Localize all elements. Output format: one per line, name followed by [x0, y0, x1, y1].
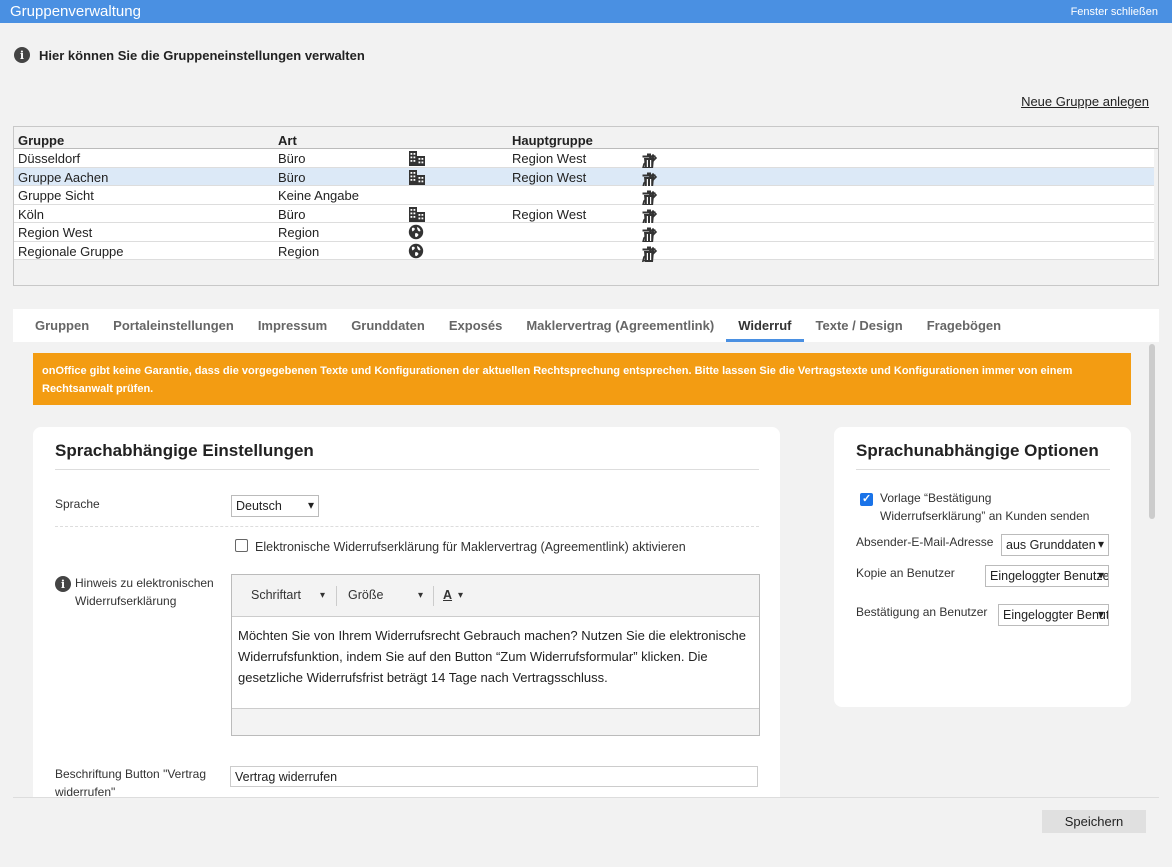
tab-gruppen[interactable]: Gruppen	[13, 309, 101, 342]
new-group-link[interactable]: Neue Gruppe anlegen	[1021, 94, 1149, 109]
absender-label: Absender-E-Mail-Adresse	[856, 535, 994, 549]
rich-text-editor: Schriftart ▾ Größe ▾ A ▾ Möchten Sie von…	[231, 574, 760, 736]
vorlage-label-line2: Widerrufserklärung” an Kunden senden	[880, 509, 1090, 523]
tab-widerruf[interactable]: Widerruf	[726, 309, 804, 342]
toolbar-separator	[336, 586, 337, 606]
save-button[interactable]: Speichern	[1042, 810, 1146, 833]
building-icon	[408, 150, 426, 166]
cell-gruppe: Gruppe Sicht	[18, 188, 94, 203]
cell-art: Büro	[278, 169, 306, 185]
close-window-link[interactable]: Fenster schließen	[1071, 6, 1158, 18]
editor-statusbar	[232, 708, 759, 735]
toolbar-separator	[433, 586, 434, 606]
footer: Speichern	[13, 797, 1159, 867]
right-card-title: Sprachunabhängige Optionen	[856, 441, 1099, 460]
tab-texte-design[interactable]: Texte / Design	[804, 309, 915, 342]
table-row[interactable]: Region West Region	[14, 223, 1154, 244]
cell-gruppe: Region West	[18, 225, 93, 240]
tab-impressum[interactable]: Impressum	[246, 309, 339, 342]
cell-art: Büro	[278, 151, 306, 166]
table-row[interactable]: Gruppe Sicht Keine Angabe	[14, 186, 1154, 207]
absender-select[interactable]: aus Grunddaten	[1001, 534, 1109, 556]
button-label-line2: widerrufen"	[55, 785, 116, 797]
font-dropdown[interactable]: Schriftart	[251, 588, 301, 602]
cell-art: Büro	[278, 206, 306, 222]
chevron-down-icon[interactable]: ▾	[458, 590, 463, 601]
cell-gruppe: Gruppe Aachen	[18, 169, 109, 185]
divider	[55, 469, 759, 470]
tab-portaleinstellungen[interactable]: Portaleinstellungen	[101, 309, 246, 342]
button-label-input[interactable]: Vertrag widerrufen	[230, 766, 758, 787]
group-table: Gruppe Art Hauptgruppe Düsseldorf Büro R…	[13, 126, 1159, 286]
info-row: i Hier können Sie die Gruppeneinstellung…	[14, 47, 365, 63]
electronic-withdrawal-label: Elektronische Widerrufserklärung für Mak…	[255, 540, 686, 554]
window-title: Gruppenverwaltung	[10, 3, 141, 20]
cell-art: Region	[278, 225, 320, 240]
tab-fragebögen[interactable]: Fragebögen	[915, 309, 1013, 342]
divider	[55, 526, 759, 527]
language-independent-options-card: Sprachunabhängige Optionen Vorlage “Best…	[834, 427, 1131, 707]
tab-grunddaten[interactable]: Grunddaten	[339, 309, 437, 342]
vorlage-checkbox[interactable]	[860, 492, 873, 506]
tab-expos-s[interactable]: Exposés	[437, 309, 514, 342]
header-hauptgruppe: Hauptgruppe	[512, 133, 593, 148]
language-dependent-settings-card: Sprachabhängige Einstellungen Sprache De…	[33, 427, 780, 797]
cell-gruppe: Düsseldorf	[18, 151, 81, 166]
editor-toolbar: Schriftart ▾ Größe ▾ A ▾	[232, 575, 759, 617]
globe-icon	[408, 243, 424, 259]
hinweis-label-line1: Hinweis zu elektronischen	[75, 576, 214, 590]
sprache-label: Sprache	[55, 497, 100, 511]
info-text: Hier können Sie die Gruppeneinstellungen…	[39, 47, 365, 63]
cell-hauptgruppe: Region West	[512, 206, 587, 222]
scrollbar[interactable]	[1149, 344, 1155, 519]
bestaetigung-select[interactable]: Eingeloggter Benutzer	[998, 604, 1109, 626]
content-area: onOffice gibt keine Garantie, dass die v…	[13, 342, 1159, 797]
text-color-icon[interactable]: A	[443, 588, 452, 602]
cell-gruppe: Köln	[18, 206, 45, 222]
cell-art: Keine Angabe	[278, 188, 359, 203]
cell-gruppe: Regionale Gruppe	[18, 243, 124, 259]
table-row[interactable]: Köln Büro Region West	[14, 204, 1154, 225]
hint-info-icon: i	[55, 576, 71, 592]
cell-art: Region	[278, 243, 320, 259]
info-icon: i	[14, 47, 30, 63]
table-header: Gruppe Art Hauptgruppe	[14, 127, 1158, 149]
bestaetigung-label: Bestätigung an Benutzer	[856, 605, 988, 619]
chevron-down-icon[interactable]: ▾	[418, 590, 423, 601]
kopie-label: Kopie an Benutzer	[856, 566, 955, 580]
chevron-down-icon[interactable]: ▾	[320, 590, 325, 601]
legal-warning-banner: onOffice gibt keine Garantie, dass die v…	[33, 353, 1131, 405]
hinweis-label-line2: Widerrufserklärung	[75, 594, 177, 608]
table-row[interactable]: Gruppe Aachen Büro Region West	[14, 167, 1154, 188]
cell-hauptgruppe: Region West	[512, 169, 587, 185]
left-card-title: Sprachabhängige Einstellungen	[55, 441, 314, 460]
cell-hauptgruppe: Region West	[512, 151, 587, 166]
vorlage-label-line1: Vorlage “Bestätigung	[880, 491, 992, 505]
electronic-withdrawal-checkbox[interactable]	[235, 539, 248, 552]
table-row[interactable]: Regionale Gruppe Region	[14, 241, 1154, 263]
header-art: Art	[278, 133, 297, 148]
header-gruppe: Gruppe	[18, 133, 65, 148]
delete-trash-icon[interactable]	[641, 246, 657, 263]
tab-bar: Gruppen Portaleinstellungen Impressum Grund…	[13, 309, 1159, 342]
building-icon	[408, 206, 426, 222]
kopie-select[interactable]: Eingeloggter Benutzer	[985, 565, 1109, 587]
divider	[856, 469, 1110, 470]
editor-text[interactable]: Möchten Sie von Ihrem Widerrufsrecht Geb…	[232, 617, 759, 709]
title-bar: Gruppenverwaltung Fenster schließen	[0, 0, 1172, 23]
sprache-select[interactable]: Deutsch	[231, 495, 319, 517]
table-row[interactable]: Düsseldorf Büro Region West	[14, 149, 1154, 170]
building-icon	[408, 169, 426, 185]
globe-icon	[408, 224, 424, 240]
size-dropdown[interactable]: Größe	[348, 588, 383, 602]
tab-maklervertrag-agreementlink[interactable]: Maklervertrag (Agreementlink)	[514, 309, 726, 342]
button-label-line1: Beschriftung Button "Vertrag	[55, 767, 207, 781]
